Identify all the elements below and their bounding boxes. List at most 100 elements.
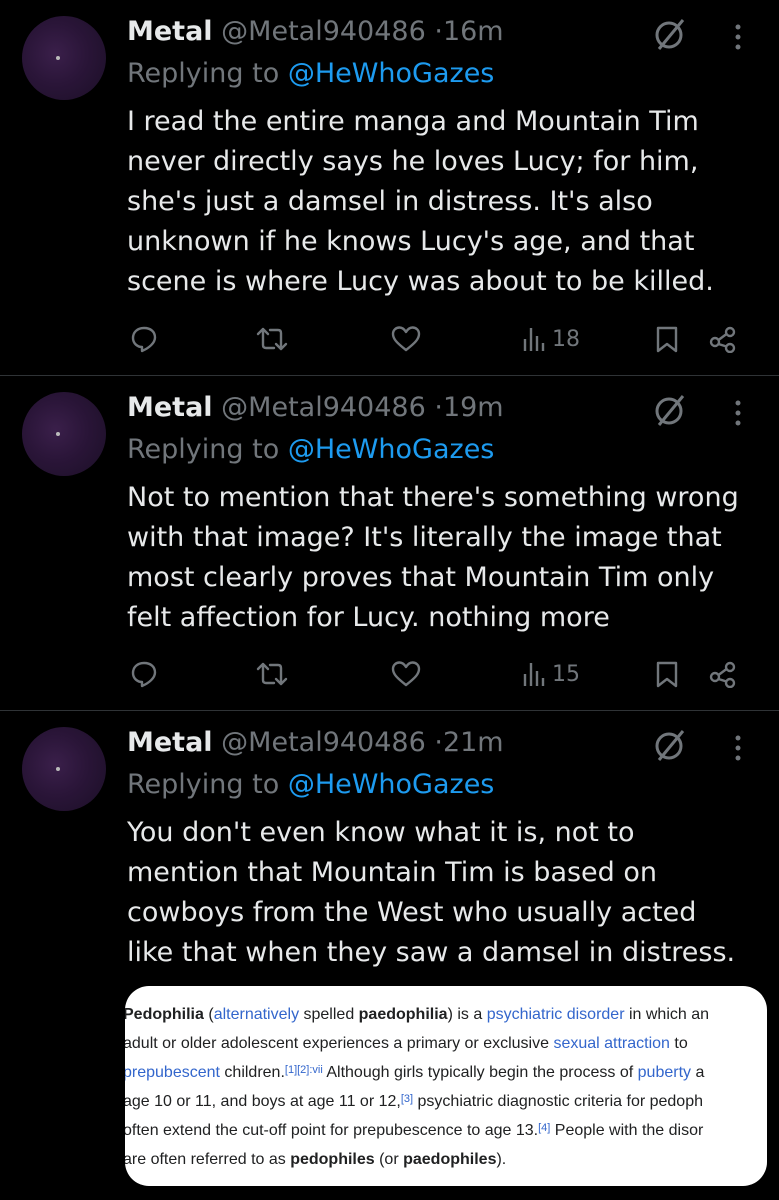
more-options-icon[interactable]: [726, 22, 750, 52]
wiki-text: children.: [219, 1064, 285, 1081]
share-button[interactable]: [708, 656, 738, 692]
avatar[interactable]: [22, 392, 106, 476]
wiki-text: ).: [496, 1151, 507, 1168]
wiki-link: puberty: [637, 1064, 692, 1081]
share-icon: [709, 661, 736, 688]
reply-button[interactable]: [130, 321, 158, 357]
display-name[interactable]: Metal: [127, 392, 213, 423]
wiki-text: spelled: [299, 1006, 359, 1023]
timestamp[interactable]: 19m: [443, 392, 504, 423]
grok-icon[interactable]: [652, 16, 688, 52]
bookmark-button[interactable]: [654, 656, 680, 692]
text-line: most clearly proves that Mountain Tim on…: [127, 562, 715, 593]
repost-icon: [256, 327, 288, 351]
views-count: 18: [552, 326, 580, 352]
timestamp[interactable]: 21m: [443, 727, 504, 758]
avatar[interactable]: [22, 16, 106, 100]
timestamp[interactable]: 16m: [443, 16, 504, 47]
mention-link[interactable]: @HeWhoGazes: [288, 434, 495, 465]
wiki-line-5: often extend the cut-off point for prepu…: [125, 1116, 767, 1145]
tweet-header: Metal @Metal940486 ·16m: [127, 16, 504, 47]
wiki-line-2: adult or older adolescent experiences a …: [125, 1029, 767, 1058]
wiki-citation: [3]: [400, 1093, 414, 1105]
wiki-line-3: prepubescent children.[1][2]:vii Althoug…: [125, 1058, 767, 1087]
user-handle[interactable]: @Metal940486: [221, 16, 426, 47]
text-line: I read the entire manga and Mountain Tim: [127, 106, 699, 137]
wiki-term: paedophilia: [358, 1006, 448, 1023]
views-chart-icon: [523, 663, 545, 686]
text-line: mention that Mountain Tim is based on: [127, 857, 658, 888]
grok-icon[interactable]: [652, 727, 688, 763]
text-line: felt affection for Lucy. nothing more: [127, 602, 610, 633]
mention-link[interactable]: @HeWhoGazes: [288, 769, 495, 800]
views-button[interactable]: 15: [520, 656, 580, 692]
wiki-text: ) is a: [447, 1006, 487, 1023]
share-button[interactable]: [708, 321, 738, 357]
wiki-text: are often referred to as: [125, 1151, 291, 1168]
action-bar: 18: [0, 321, 779, 357]
mention-link[interactable]: @HeWhoGazes: [288, 58, 495, 89]
wiki-text: (: [203, 1006, 214, 1023]
tweet-text: Not to mention that there's something wr…: [127, 478, 757, 638]
views-chart-icon: [523, 328, 545, 351]
avatar[interactable]: [22, 727, 106, 811]
user-handle[interactable]: @Metal940486: [221, 727, 426, 758]
text-line: scene is where Lucy was about to be kill…: [127, 266, 714, 297]
replying-to: Replying to @HeWhoGazes: [127, 769, 494, 800]
more-options-icon[interactable]: [726, 398, 750, 428]
tweet-text: I read the entire manga and Mountain Tim…: [127, 102, 757, 302]
wiki-text: Although girls typically begin the proce…: [322, 1064, 638, 1081]
wiki-term: Pedophilia: [125, 1006, 204, 1023]
text-line: like that when they saw a damsel in dist…: [127, 937, 736, 968]
wiki-text: to: [669, 1035, 688, 1052]
repost-button[interactable]: [255, 321, 289, 357]
reply-button[interactable]: [130, 656, 158, 692]
wiki-text: adult or older adolescent experiences a …: [125, 1035, 554, 1052]
attached-image[interactable]: Pedophilia (alternatively spelled paedop…: [125, 986, 767, 1186]
more-options-icon[interactable]: [726, 733, 750, 763]
wiki-text: often extend the cut-off point for prepu…: [125, 1122, 539, 1139]
tweet-header: Metal @Metal940486 ·19m: [127, 392, 504, 423]
wiki-text: a: [691, 1064, 705, 1081]
wiki-citation: [4]: [538, 1122, 551, 1134]
display-name[interactable]: Metal: [127, 16, 213, 47]
dot-separator: ·: [434, 392, 443, 423]
repost-button[interactable]: [255, 656, 289, 692]
like-button[interactable]: [391, 656, 421, 692]
replying-label: Replying to: [127, 769, 280, 800]
replying-label: Replying to: [127, 58, 280, 89]
wiki-link: prepubescent: [125, 1064, 220, 1081]
like-button[interactable]: [391, 321, 421, 357]
wiki-term: pedophiles: [290, 1151, 375, 1168]
tweet-header: Metal @Metal940486 ·21m: [127, 727, 504, 758]
dot-separator: ·: [434, 16, 443, 47]
bookmark-icon: [656, 326, 678, 353]
wiki-link: psychiatric disorder: [486, 1006, 625, 1023]
wiki-term: paedophiles: [403, 1151, 497, 1168]
wiki-line-1: Pedophilia (alternatively spelled paedop…: [125, 1000, 767, 1029]
replying-label: Replying to: [127, 434, 280, 465]
bookmark-icon: [656, 661, 678, 688]
views-count: 15: [552, 661, 580, 687]
wiki-text: (or: [374, 1151, 404, 1168]
heart-icon: [391, 661, 421, 687]
text-line: she's just a damsel in distress. It's al…: [127, 186, 653, 217]
text-line: with that image? It's literally the imag…: [127, 522, 722, 553]
text-line: Not to mention that there's something wr…: [127, 482, 739, 513]
repost-icon: [256, 662, 288, 686]
text-line: never directly says he loves Lucy; for h…: [127, 146, 699, 177]
text-line: unknown if he knows Lucy's age, and that: [127, 226, 695, 257]
dot-separator: ·: [434, 727, 443, 758]
tweet-1[interactable]: Metal @Metal940486 ·16m Replying to @HeW…: [0, 0, 779, 376]
grok-icon[interactable]: [652, 392, 688, 428]
display-name[interactable]: Metal: [127, 727, 213, 758]
reply-icon: [131, 326, 157, 353]
views-button[interactable]: 18: [520, 321, 580, 357]
wiki-text: age 10 or 11, and boys at age 11 or 12,: [125, 1093, 401, 1110]
bookmark-button[interactable]: [654, 321, 680, 357]
tweet-2[interactable]: Metal @Metal940486 ·19m Replying to @HeW…: [0, 376, 779, 710]
wiki-text: in which an: [624, 1006, 710, 1023]
wiki-link: alternatively: [213, 1006, 300, 1023]
wiki-line-6: are often referred to as pedophiles (or …: [125, 1145, 767, 1174]
user-handle[interactable]: @Metal940486: [221, 392, 426, 423]
